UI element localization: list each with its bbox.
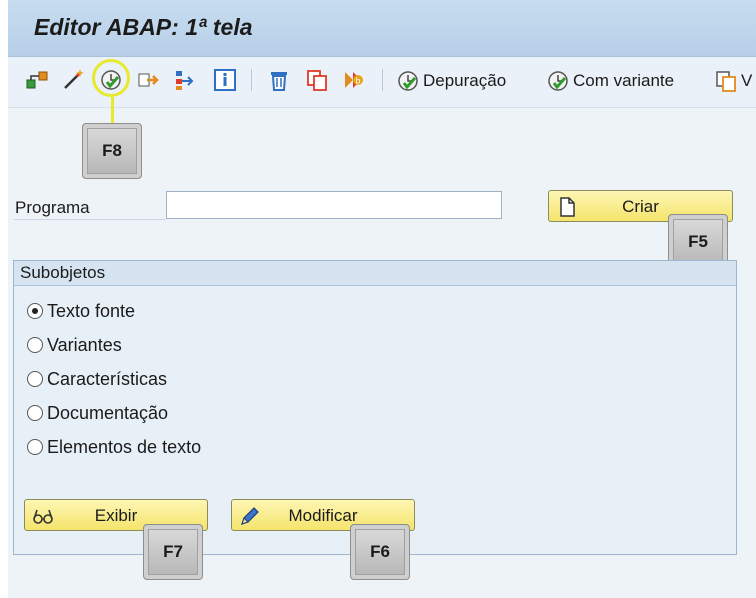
radio-button[interactable] [27, 439, 43, 455]
abap-editor-screen: Editor ABAP: 1ª tela b Depuração Com var… [8, 0, 756, 598]
radio-button[interactable] [27, 371, 43, 387]
subobjects-header: Subobjetos [14, 261, 736, 286]
hotkey-f6-badge: F6 [350, 524, 410, 580]
copy-icon[interactable] [304, 67, 330, 93]
debug-label: Depuração [423, 71, 507, 90]
wizard-icon[interactable] [60, 67, 86, 93]
with-variant-button[interactable]: Com variante [546, 67, 674, 95]
subobjects-title: Subobjetos [20, 263, 106, 282]
variants-label: V [741, 71, 753, 90]
variants-button[interactable]: V [714, 67, 752, 95]
debug-button[interactable]: Depuração [396, 67, 506, 95]
debug-icon [398, 71, 418, 91]
radio-label: Elementos de texto [47, 436, 202, 457]
modify-button-label: Modificar [288, 506, 358, 525]
display-button-label: Exibir [94, 506, 138, 525]
program-input[interactable] [166, 191, 502, 219]
program-label-underline [14, 219, 166, 220]
radio-variants[interactable]: Variantes [27, 333, 122, 357]
info-icon[interactable] [212, 67, 238, 93]
variants-icon [716, 71, 736, 92]
execute-variant-icon [548, 71, 568, 91]
radio-source-text[interactable]: Texto fonte [27, 299, 135, 323]
radio-documentation[interactable]: Documentação [27, 401, 168, 425]
title-bar: Editor ABAP: 1ª tela [8, 0, 756, 57]
hotkey-f8-badge: F8 [82, 123, 142, 179]
program-label: Programa [15, 198, 90, 217]
radio-text-elements[interactable]: Elementos de texto [27, 435, 201, 459]
object-tree-icon[interactable] [24, 67, 50, 93]
execute-highlight-connector [111, 97, 114, 124]
with-variant-label: Com variante [573, 71, 675, 90]
hierarchy-icon[interactable] [172, 67, 198, 93]
radio-button[interactable] [27, 337, 43, 353]
svg-text:b: b [356, 77, 361, 86]
toolbar-separator [251, 69, 252, 91]
toolbar-separator [382, 69, 383, 91]
execute-highlight-ring [92, 59, 130, 97]
radio-attributes[interactable]: Características [27, 367, 167, 391]
radio-label: Documentação [47, 402, 169, 423]
hotkey-f7-badge: F7 [143, 524, 203, 580]
radio-label: Variantes [47, 334, 122, 355]
page-title: Editor ABAP: 1ª tela [34, 14, 253, 40]
rename-icon[interactable]: b [342, 67, 368, 93]
delete-icon[interactable] [266, 67, 292, 93]
radio-button[interactable] [27, 303, 43, 319]
radio-label: Características [47, 368, 168, 389]
radio-button[interactable] [27, 405, 43, 421]
where-used-icon[interactable] [136, 67, 162, 93]
radio-label: Texto fonte [47, 300, 136, 321]
